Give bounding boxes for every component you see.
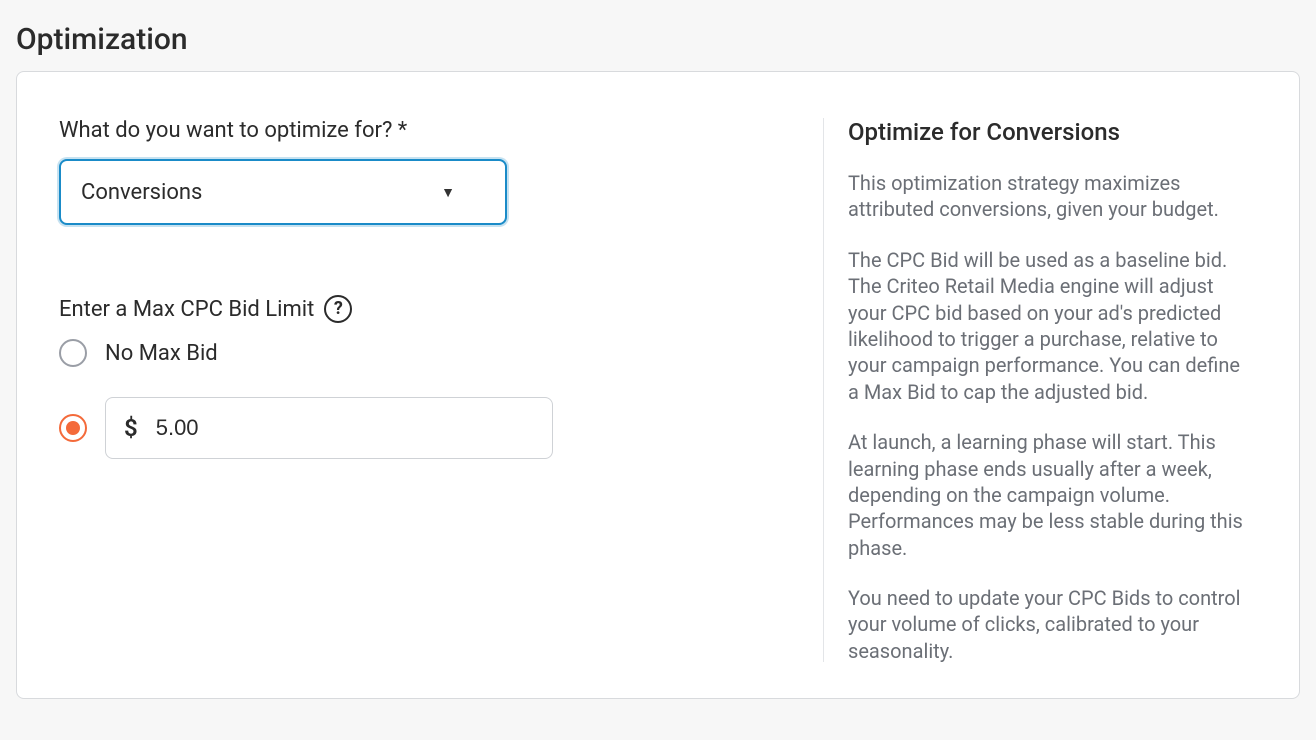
form-column: What do you want to optimize for? * Conv… — [59, 118, 799, 662]
info-paragraph-3: At launch, a learning phase will start. … — [848, 429, 1249, 561]
section-title: Optimization — [16, 22, 1300, 57]
chevron-down-icon: ▼ — [441, 184, 455, 201]
info-paragraph-2: The CPC Bid will be used as a baseline b… — [848, 247, 1249, 405]
max-bid-input-wrap: $ — [105, 397, 553, 459]
currency-symbol: $ — [124, 414, 138, 442]
max-bid-label-text: Enter a Max CPC Bid Limit — [59, 297, 314, 322]
optimize-for-select[interactable]: Conversions ▼ — [59, 159, 507, 225]
optimize-for-label: What do you want to optimize for? * — [59, 118, 775, 143]
optimization-card: What do you want to optimize for? * Conv… — [16, 71, 1300, 699]
radio-no-max-bid-label: No Max Bid — [105, 341, 218, 366]
info-title: Optimize for Conversions — [848, 118, 1249, 146]
max-bid-input[interactable] — [156, 415, 534, 441]
info-paragraph-4: You need to update your CPC Bids to cont… — [848, 585, 1249, 664]
radio-custom-bid[interactable] — [59, 414, 87, 442]
info-column: Optimize for Conversions This optimizati… — [823, 118, 1257, 662]
optimize-for-select-value: Conversions — [81, 180, 202, 205]
info-paragraph-1: This optimization strategy maximizes att… — [848, 170, 1249, 223]
max-bid-label: Enter a Max CPC Bid Limit ? — [59, 295, 775, 323]
optimize-for-label-text: What do you want to optimize for? * — [59, 118, 407, 143]
radio-no-max-bid[interactable] — [59, 339, 87, 367]
help-icon[interactable]: ? — [324, 295, 352, 323]
